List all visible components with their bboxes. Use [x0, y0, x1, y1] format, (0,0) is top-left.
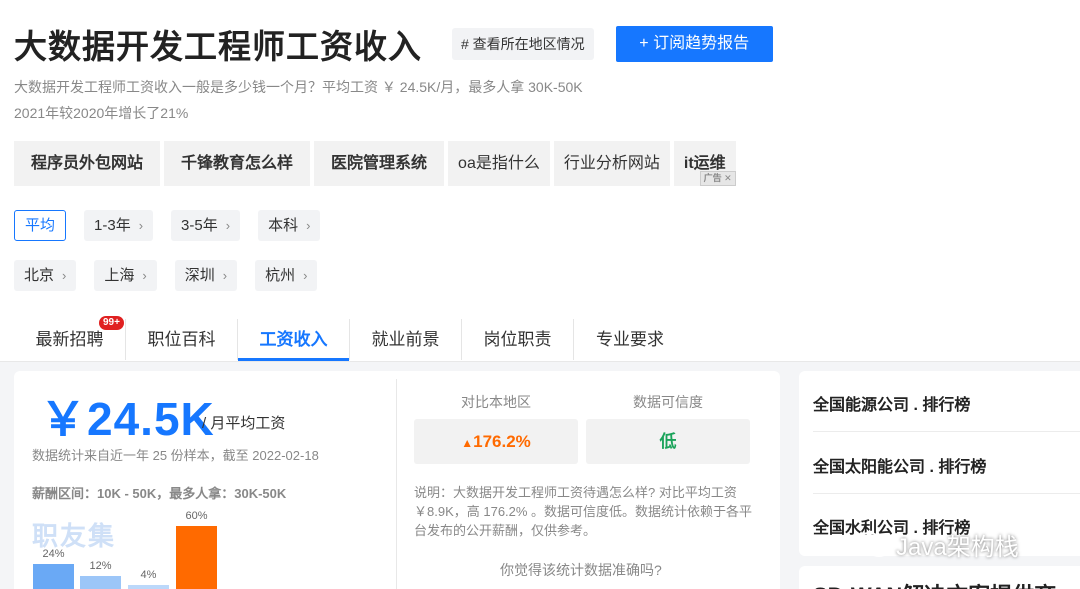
- tab-label: 职位百科: [147, 330, 216, 349]
- chart-bar: [33, 564, 74, 589]
- card-divider: [396, 379, 397, 589]
- tab-label: 工资收入: [259, 330, 328, 349]
- next-section-title: SD-WAN解决方案提供商: [813, 578, 1056, 589]
- keyword-link[interactable]: 千锋教育怎么样: [164, 141, 311, 186]
- ad-mark[interactable]: 广告 ✕: [699, 171, 736, 186]
- accuracy-question: 你觉得该统计数据准确吗?: [500, 562, 662, 578]
- filter-label: 1-3年: [94, 217, 131, 234]
- filter-bachelor[interactable]: 本科 ›: [258, 210, 321, 241]
- filter-label: 本科: [268, 217, 299, 234]
- tab-latest-jobs[interactable]: 最新招聘 99+: [14, 316, 126, 360]
- ranking-link[interactable]: 全国能源公司 . 排行榜: [813, 391, 970, 415]
- city-filter-row: 北京 › 上海 › 深圳 › 杭州 ›: [14, 260, 335, 291]
- chevron-right-icon: ›: [225, 218, 231, 233]
- arrow-up-icon: ▲: [461, 436, 474, 450]
- salary-description: 大数据开发工程师工资收入一般是多少钱一个月？平均工资 ￥ 24.5K/月，最多人…: [14, 79, 583, 95]
- reliability-value: 低: [586, 419, 750, 464]
- filter-city-beijing[interactable]: 北京 ›: [14, 260, 77, 291]
- sample-note: 数据统计来自近一年 25 份样本，截至 2022-02-18: [32, 448, 319, 463]
- keyword-link[interactable]: oa是指什么: [448, 141, 550, 186]
- filter-3-5-years[interactable]: 3-5年 ›: [171, 210, 241, 241]
- tab-duties[interactable]: 岗位职责: [462, 319, 574, 360]
- wechat-icon: [856, 531, 890, 557]
- tab-label: 专业要求: [596, 330, 664, 349]
- page-title: 大数据开发工程师工资收入: [14, 28, 422, 65]
- tab-salary[interactable]: 工资收入: [238, 319, 350, 361]
- average-salary-unit: / 月平均工资: [202, 415, 286, 432]
- local-compare-number: 176.2%: [473, 432, 531, 451]
- region-tag-button[interactable]: # 查看所在地区情况: [452, 28, 594, 60]
- chart-bar: [80, 576, 121, 589]
- filter-city-hangzhou[interactable]: 杭州 ›: [255, 260, 318, 291]
- tab-job-wiki[interactable]: 职位百科: [126, 319, 238, 360]
- ranking-divider: [813, 431, 1080, 432]
- count-badge: 99+: [99, 316, 124, 330]
- tab-prospects[interactable]: 就业前景: [350, 319, 462, 360]
- filter-1-3-years[interactable]: 1-3年 ›: [84, 210, 154, 241]
- chevron-right-icon: ›: [138, 218, 144, 233]
- local-compare-value: ▲176.2%: [414, 419, 578, 464]
- average-salary-value: ￥24.5K: [40, 393, 215, 445]
- wechat-account-name: Java架构栈: [896, 534, 1019, 561]
- chevron-right-icon: ›: [62, 268, 67, 283]
- growth-note: 2021年较2020年增长了21%: [14, 105, 189, 121]
- filter-average[interactable]: 平均: [14, 210, 67, 241]
- chevron-right-icon: ›: [222, 268, 228, 283]
- ranking-link[interactable]: 全国太阳能公司 . 排行榜: [813, 453, 986, 477]
- filter-label: 北京: [24, 267, 55, 284]
- filter-city-shenzhen[interactable]: 深圳 ›: [174, 260, 238, 291]
- tab-label: 最新招聘: [35, 330, 104, 349]
- chart-bar: [128, 585, 169, 589]
- salary-range-note: 薪酬区间：10K - 50K，最多人拿：30K-50K: [32, 486, 287, 501]
- chart-data-label: 12%: [89, 560, 112, 572]
- experience-filter-row: 平均 1-3年 › 3-5年 › 本科 ›: [14, 210, 338, 241]
- chart-data-label: 4%: [140, 569, 157, 581]
- filter-label: 上海: [104, 267, 135, 284]
- tab-label: 岗位职责: [483, 330, 552, 349]
- ranking-divider: [813, 493, 1080, 494]
- reliability-label: 数据可信度: [633, 394, 703, 410]
- local-compare-label: 对比本地区: [461, 394, 531, 410]
- chevron-right-icon: ›: [303, 268, 308, 283]
- filter-label: 深圳: [184, 267, 215, 284]
- tab-label: 就业前景: [371, 330, 440, 349]
- section-tabs: 最新招聘 99+ 职位百科 工资收入 就业前景 岗位职责 专业要求: [14, 316, 686, 361]
- filter-label: 杭州: [265, 267, 296, 284]
- filter-label: 3-5年: [181, 217, 218, 234]
- keyword-ad-row: 程序员外包网站 千锋教育怎么样 医院管理系统 oa是指什么 行业分析网站 it运…: [14, 141, 740, 186]
- chart-bar: [176, 526, 217, 589]
- subscribe-button[interactable]: + 订阅趋势报告: [615, 26, 773, 62]
- keyword-link[interactable]: 行业分析网站: [553, 141, 670, 186]
- keyword-link[interactable]: it运维 广告 ✕: [673, 141, 736, 186]
- chevron-right-icon: ›: [306, 218, 311, 233]
- title-row: 大数据开发工程师工资收入 # 查看所在地区情况 + 订阅趋势报告: [14, 20, 773, 68]
- chevron-right-icon: ›: [142, 268, 147, 283]
- filter-city-shanghai[interactable]: 上海 ›: [94, 260, 157, 291]
- chart-data-label: 24%: [42, 548, 65, 560]
- tab-requirements[interactable]: 专业要求: [574, 319, 686, 360]
- salary-explanation: 说明：大数据开发工程师工资待遇怎么样? 对比平均工资 ￥8.9K，高 176.2…: [414, 485, 753, 538]
- wechat-watermark: Java架构栈: [856, 527, 1019, 562]
- keyword-link[interactable]: 程序员外包网站: [14, 141, 161, 186]
- keyword-label: it运维: [683, 155, 726, 172]
- filter-label: 平均: [25, 217, 56, 234]
- chart-data-label: 60%: [185, 510, 208, 522]
- keyword-link[interactable]: 医院管理系统: [314, 141, 445, 186]
